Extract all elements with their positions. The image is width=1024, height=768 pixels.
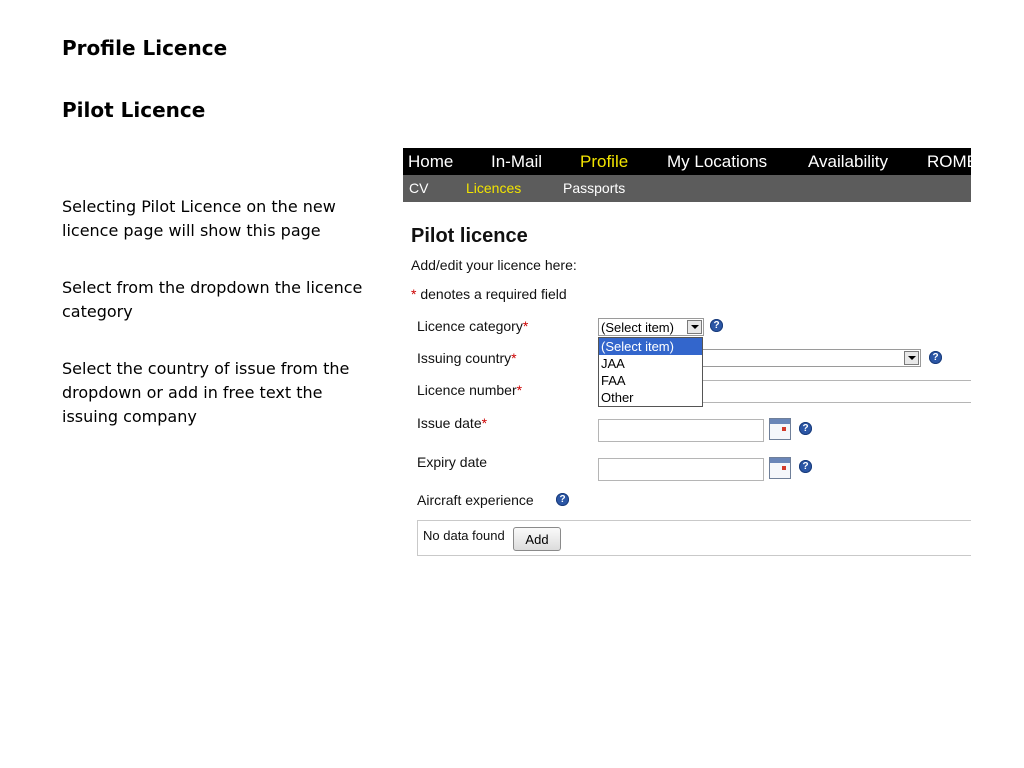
- aircraft-experience-label: Aircraft experience: [417, 492, 534, 508]
- issue-date-input[interactable]: [598, 419, 764, 442]
- aircraft-experience-table: No data found Add: [417, 520, 971, 556]
- calendar-icon[interactable]: [769, 418, 791, 440]
- page-subtitle: Add/edit your licence here:: [411, 257, 577, 273]
- issuing-country-label: Issuing country*: [417, 350, 517, 366]
- required-note: * denotes a required field: [411, 286, 567, 302]
- option-select-item[interactable]: (Select item): [599, 338, 702, 355]
- page-heading: Pilot licence: [411, 225, 528, 247]
- top-nav: Home In-Mail Profile My Locations Availa…: [403, 148, 971, 175]
- required-star: *: [481, 415, 488, 431]
- slide-subtitle: Pilot Licence: [62, 98, 206, 122]
- note-2: Select from the dropdown the licence cat…: [62, 278, 363, 321]
- required-star: *: [511, 350, 517, 366]
- help-icon[interactable]: ?: [556, 493, 569, 506]
- calendar-icon[interactable]: [769, 457, 791, 479]
- sub-nav: CV Licences Passports: [403, 175, 971, 202]
- issue-date-label: Issue date*: [417, 415, 487, 431]
- option-faa[interactable]: FAA: [599, 372, 702, 389]
- nav-availability[interactable]: Availability: [808, 152, 888, 172]
- issuing-country-label-text: Issuing country: [417, 350, 512, 366]
- licence-category-select[interactable]: (Select item): [598, 318, 704, 336]
- licence-category-label: Licence category*: [417, 318, 528, 334]
- option-jaa[interactable]: JAA: [599, 355, 702, 372]
- expiry-date-input[interactable]: [598, 458, 764, 481]
- note-3: Select the country of issue from the dro…: [62, 359, 350, 426]
- required-note-text: denotes a required field: [416, 286, 567, 302]
- licence-number-label: Licence number*: [417, 382, 522, 398]
- subnav-licences[interactable]: Licences: [466, 180, 521, 196]
- slide-title: Profile Licence: [62, 36, 228, 60]
- help-icon[interactable]: ?: [929, 351, 942, 364]
- dropdown-arrow-icon[interactable]: [904, 351, 919, 365]
- licence-category-label-text: Licence category: [417, 318, 523, 334]
- licence-category-options: (Select item) JAA FAA Other: [598, 337, 703, 407]
- nav-rome[interactable]: ROME: [927, 152, 971, 172]
- required-star: *: [522, 318, 529, 334]
- no-data-text: No data found: [423, 528, 505, 543]
- option-other[interactable]: Other: [599, 389, 702, 406]
- subnav-cv[interactable]: CV: [409, 180, 428, 196]
- note-1: Selecting Pilot Licence on the new licen…: [62, 197, 336, 240]
- subnav-passports[interactable]: Passports: [563, 180, 625, 196]
- expiry-date-label: Expiry date: [417, 454, 488, 470]
- nav-home[interactable]: Home: [408, 152, 453, 172]
- dropdown-arrow-icon[interactable]: [687, 320, 702, 334]
- licence-number-label-text: Licence number: [417, 382, 517, 398]
- add-button[interactable]: Add: [513, 527, 561, 551]
- licence-category-value: (Select item): [601, 320, 674, 335]
- nav-my-locations[interactable]: My Locations: [667, 152, 767, 172]
- help-icon[interactable]: ?: [710, 319, 723, 332]
- required-star: *: [516, 382, 523, 398]
- nav-profile[interactable]: Profile: [580, 152, 628, 172]
- help-icon[interactable]: ?: [799, 460, 812, 473]
- app-screenshot: Home In-Mail Profile My Locations Availa…: [403, 148, 971, 568]
- issue-date-label-text: Issue date: [417, 415, 482, 431]
- nav-in-mail[interactable]: In-Mail: [491, 152, 542, 172]
- help-icon[interactable]: ?: [799, 422, 812, 435]
